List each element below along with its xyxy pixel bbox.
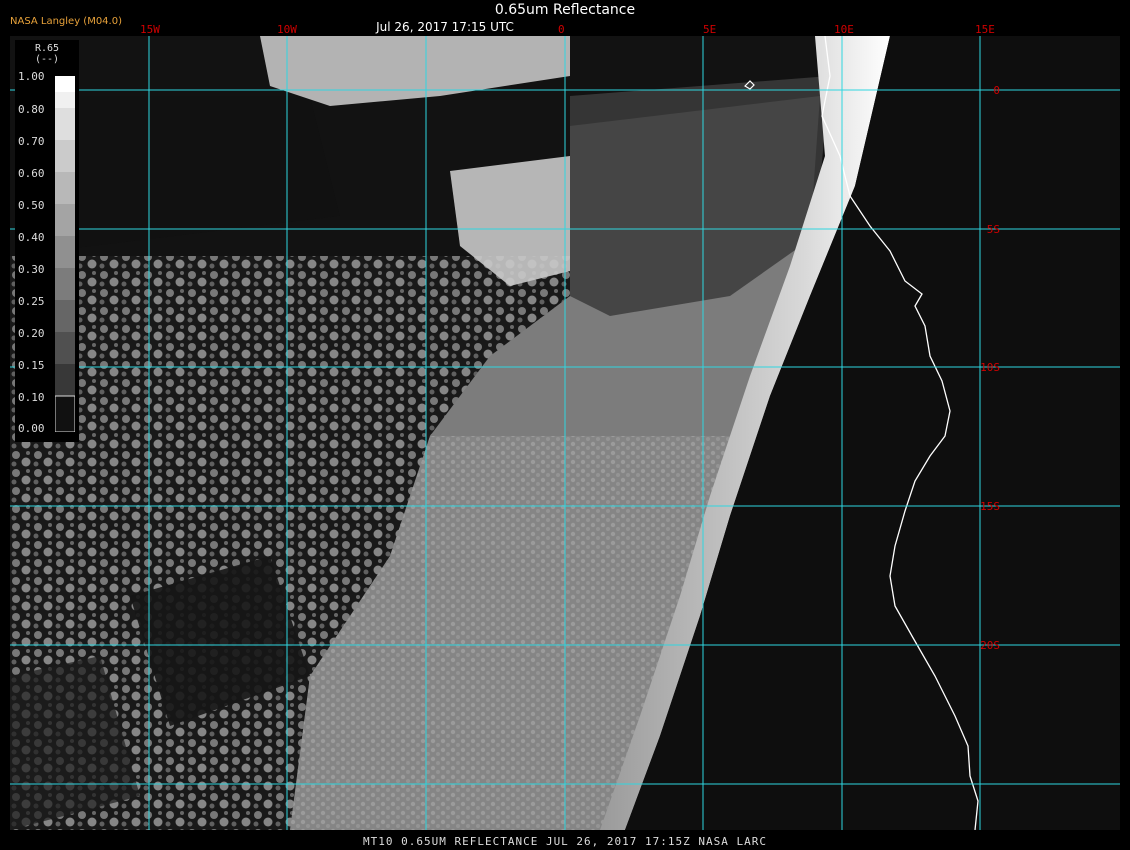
lon-label-10e: 10E — [834, 23, 854, 36]
footer-caption: MT10 0.65UM REFLECTANCE JUL 26, 2017 17:… — [363, 835, 767, 848]
legend-unit: (--) — [34, 54, 60, 65]
legend-tick: 0.30 — [18, 263, 45, 276]
legend-tick: 0.60 — [18, 167, 45, 180]
legend-tick: 0.40 — [18, 231, 45, 244]
lat-label-15s: 15S — [980, 500, 1000, 513]
lat-label-0: 0 — [993, 84, 1000, 97]
map-svg — [10, 36, 1120, 830]
legend-variable: R.65 — [34, 43, 60, 54]
lon-label-5e: 5E — [703, 23, 717, 36]
legend-tick: 0.25 — [18, 295, 45, 308]
legend-title: R.65 (--) — [15, 43, 79, 65]
satellite-map — [10, 36, 1120, 830]
legend-tick: 0.15 — [18, 359, 45, 372]
legend-tick: 0.00 — [18, 422, 45, 435]
lat-label-10s: 10S — [980, 361, 1000, 374]
legend-tick: 0.70 — [18, 135, 45, 148]
legend-tick: 0.80 — [18, 103, 45, 116]
legend-colorbar — [55, 76, 75, 432]
lon-label-15w: 15W — [140, 23, 160, 36]
agency-label: NASA Langley (M04.0) — [10, 16, 122, 27]
image-title: 0.65um Reflectance — [494, 2, 636, 18]
lon-label-10w: 10W — [277, 23, 297, 36]
legend-tick: 0.50 — [18, 199, 45, 212]
legend-tick: 1.00 — [18, 70, 45, 83]
color-legend: R.65 (--) 1.00 0.80 0.70 0.60 0.50 0.40 … — [15, 40, 79, 442]
legend-tick: 0.20 — [18, 327, 45, 340]
lon-label-15e: 15E — [975, 23, 995, 36]
lon-label-0: 0 — [558, 23, 565, 36]
image-timestamp: Jul 26, 2017 17:15 UTC — [376, 20, 514, 34]
lat-label-5s: 5S — [986, 223, 1000, 236]
legend-tick: 0.10 — [18, 391, 45, 404]
lat-label-20s: 20S — [980, 639, 1000, 652]
